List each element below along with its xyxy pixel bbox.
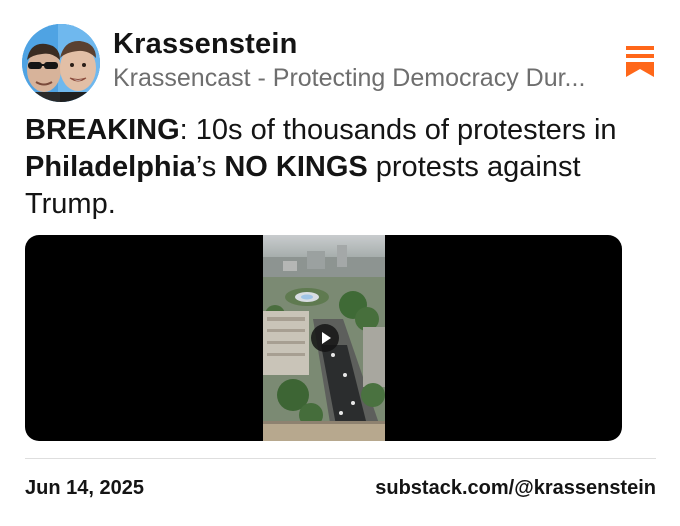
source-link[interactable]: substack.com/@krassenstein (375, 477, 656, 500)
avatar[interactable] (22, 24, 100, 102)
substack-logo-icon[interactable] (624, 44, 656, 78)
footer-divider (25, 458, 656, 459)
post-text-part: : 10s of thousands of protesters in (179, 114, 617, 146)
post-text-event: NO KINGS (224, 151, 368, 183)
play-button[interactable] (311, 324, 339, 352)
post-card[interactable]: Krassenstein Krassencast - Protecting De… (0, 0, 680, 526)
post-date: Jun 14, 2025 (25, 477, 144, 499)
play-icon (322, 332, 331, 344)
avatar-image (22, 24, 100, 102)
post-text: BREAKING: 10s of thousands of protesters… (25, 112, 665, 223)
post-text-city: Philadelphia (25, 151, 196, 183)
post-text-breaking: BREAKING (25, 114, 180, 146)
video-player[interactable] (25, 235, 622, 441)
author-name[interactable]: Krassenstein (113, 28, 298, 61)
post-text-part: ’s (195, 151, 225, 183)
publication-name[interactable]: Krassencast - Protecting Democracy Dur..… (113, 64, 613, 93)
